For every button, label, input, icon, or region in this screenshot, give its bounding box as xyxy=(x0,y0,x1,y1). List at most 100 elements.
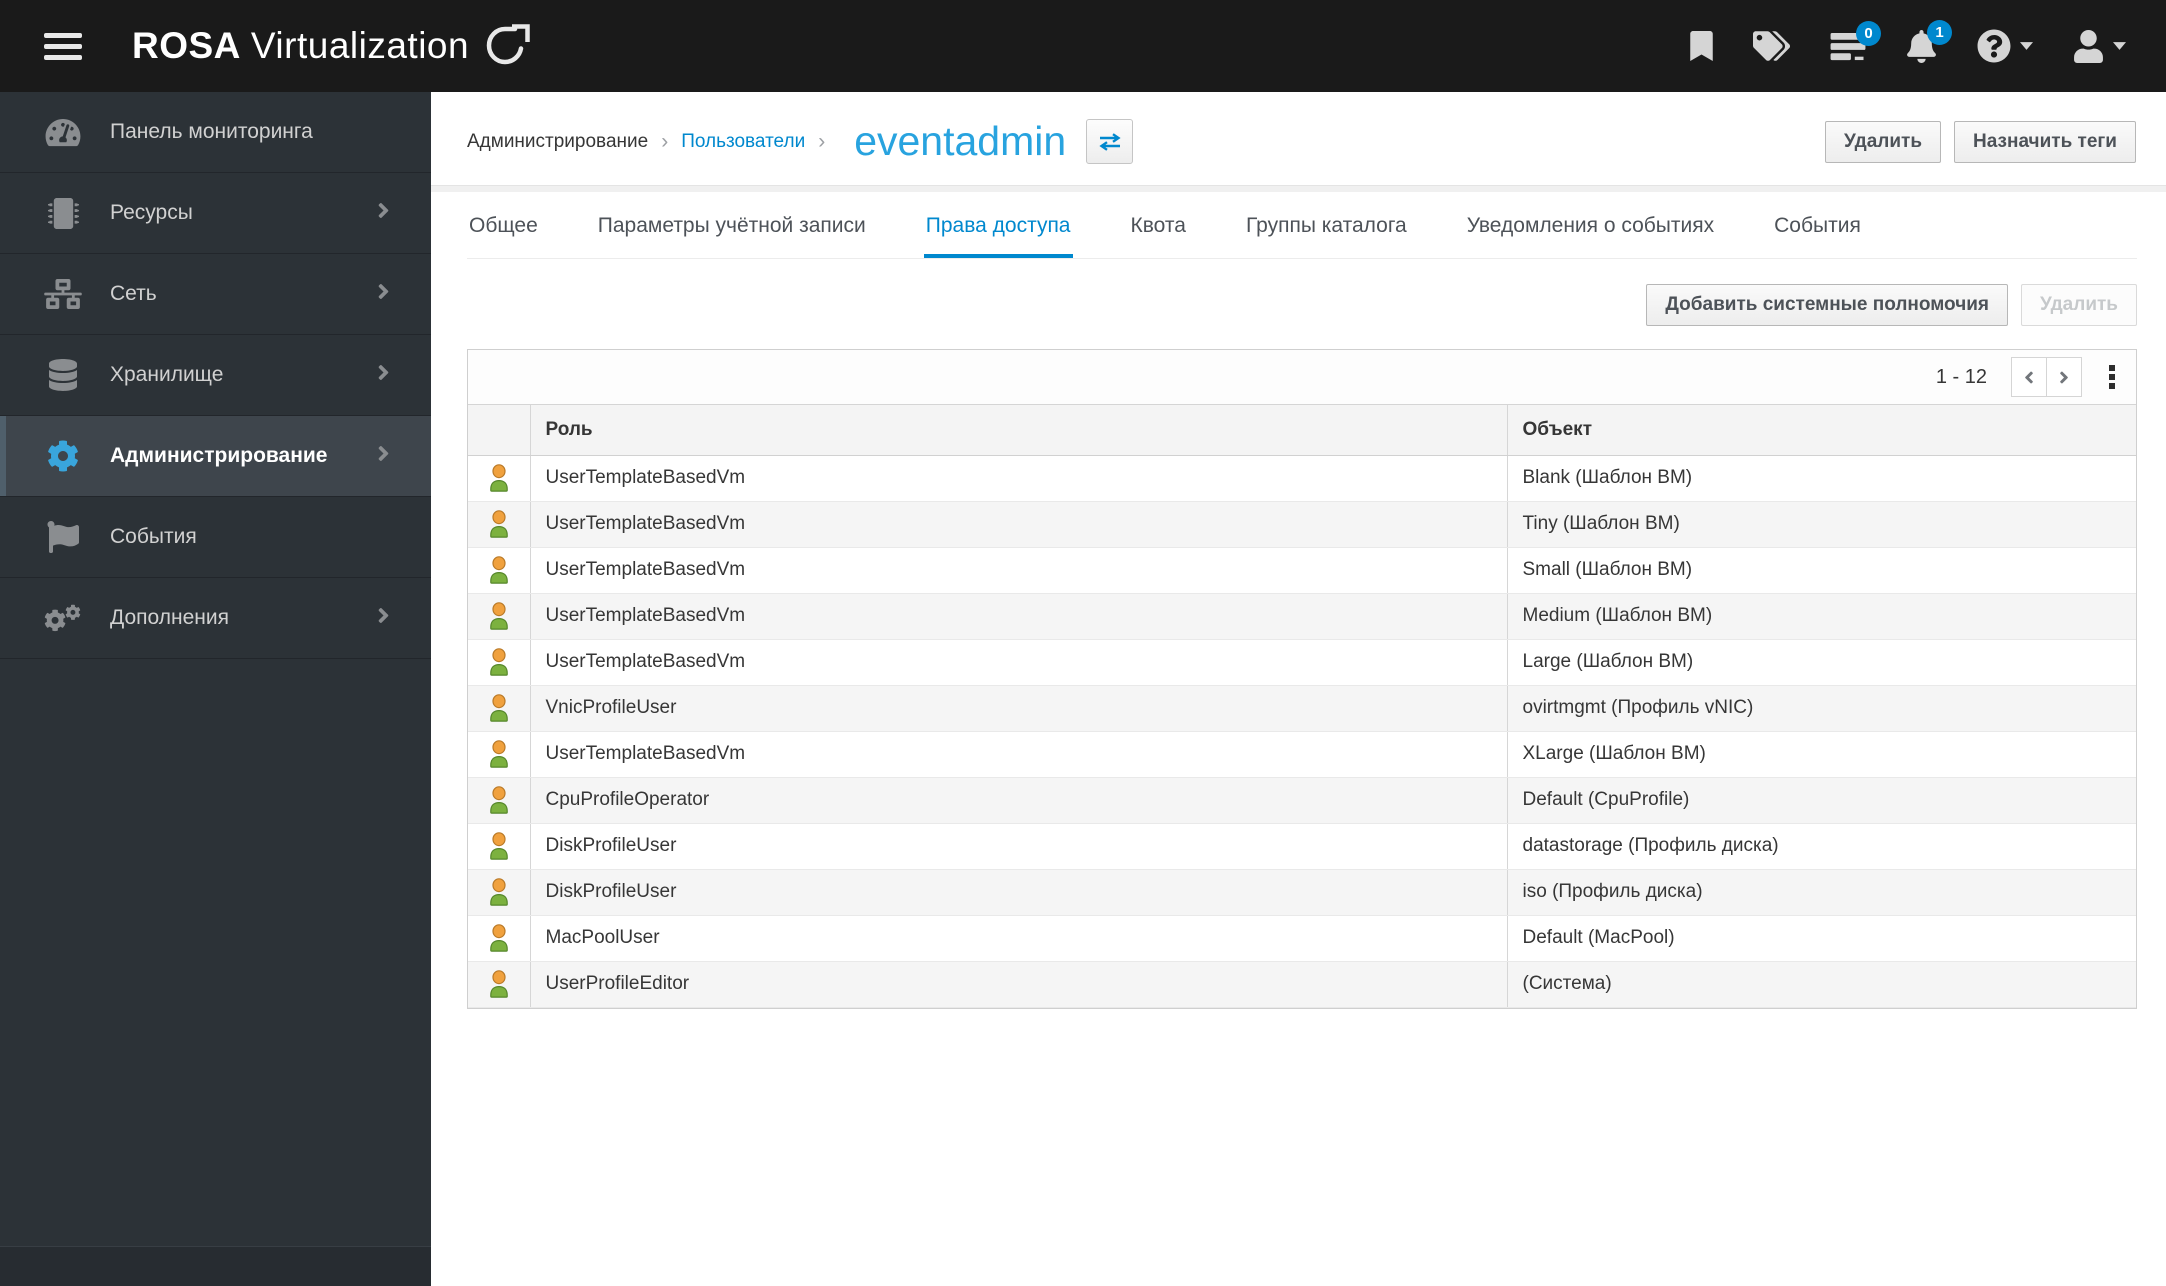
sidebar-item-dashboard[interactable]: Панель мониторинга xyxy=(0,92,431,173)
object-cell: Large (Шаблон ВМ) xyxy=(1506,639,2136,686)
events-flag-icon xyxy=(40,521,86,553)
role-cell: DiskProfileUser xyxy=(529,869,1507,916)
table-row[interactable]: DiskProfileUser iso (Профиль диска) xyxy=(468,869,2136,916)
sidebar-item-resources[interactable]: Ресурсы xyxy=(0,173,431,254)
caret-down-icon xyxy=(2020,37,2033,55)
user-role-icon xyxy=(468,961,530,1008)
user-role-icon xyxy=(468,639,530,686)
role-cell: UserTemplateBasedVm xyxy=(529,731,1507,778)
pagination-range: 1 - 12 xyxy=(1935,365,1987,388)
page-header: Администрирование › Пользователи › event… xyxy=(431,92,2166,185)
caret-down-icon xyxy=(2113,37,2126,55)
role-cell: UserProfileEditor xyxy=(529,961,1507,1008)
sidebar-item-administration[interactable]: Администрирование xyxy=(0,416,431,497)
role-cell: UserTemplateBasedVm xyxy=(529,547,1507,594)
object-cell: ovirtmgmt (Профиль vNIC) xyxy=(1506,685,2136,732)
role-cell: UserTemplateBasedVm xyxy=(529,593,1507,640)
tab-events[interactable]: События xyxy=(1772,214,1863,258)
user-role-icon xyxy=(468,501,530,548)
object-cell: XLarge (Шаблон ВМ) xyxy=(1506,731,2136,778)
role-cell: UserTemplateBasedVm xyxy=(529,455,1507,502)
table-row[interactable]: MacPoolUser Default (MacPool) xyxy=(468,915,2136,962)
rosa-logo-icon xyxy=(485,23,531,69)
role-cell: MacPoolUser xyxy=(529,915,1507,962)
delete-user-button[interactable]: Удалить xyxy=(1825,120,1942,163)
sidebar-item-addons[interactable]: Дополнения xyxy=(0,578,431,659)
table-row[interactable]: UserTemplateBasedVm Medium (Шаблон ВМ) xyxy=(468,593,2136,640)
breadcrumb-root: Администрирование xyxy=(467,130,649,152)
chevron-right-icon xyxy=(376,280,391,309)
chevron-right-icon xyxy=(376,442,391,471)
tags-icon[interactable] xyxy=(1753,31,1790,61)
icon-column-header xyxy=(468,405,530,456)
switch-view-button[interactable] xyxy=(1086,119,1134,164)
user-role-icon xyxy=(468,731,530,778)
table-row[interactable]: UserTemplateBasedVm Tiny (Шаблон ВМ) xyxy=(468,501,2136,548)
user-role-icon xyxy=(468,547,530,594)
tab-account-settings[interactable]: Параметры учётной записи xyxy=(596,214,868,258)
sidebar-footer xyxy=(0,1246,431,1286)
dashboard-icon xyxy=(40,117,86,148)
table-row[interactable]: UserTemplateBasedVm Small (Шаблон ВМ) xyxy=(468,547,2136,594)
addons-gears-icon xyxy=(40,602,86,634)
user-role-icon xyxy=(468,823,530,870)
remove-permission-button[interactable]: Удалить xyxy=(2021,284,2137,326)
table-row[interactable]: UserTemplateBasedVm Large (Шаблон ВМ) xyxy=(468,639,2136,686)
role-cell: VnicProfileUser xyxy=(529,685,1507,732)
menu-hamburger-icon[interactable] xyxy=(44,32,82,60)
table-header-row: Роль Объект xyxy=(468,405,2136,456)
storage-database-icon xyxy=(40,359,86,391)
sidebar-item-storage[interactable]: Хранилище xyxy=(0,335,431,416)
administration-gear-icon xyxy=(40,440,86,472)
prev-page-button[interactable] xyxy=(2011,357,2047,397)
chevron-right-icon xyxy=(376,361,391,390)
next-page-button[interactable] xyxy=(2046,357,2082,397)
object-cell: Tiny (Шаблон ВМ) xyxy=(1506,501,2136,548)
object-cell: (Система) xyxy=(1506,961,2136,1008)
user-role-icon xyxy=(468,777,530,824)
role-column-header[interactable]: Роль xyxy=(529,405,1507,456)
pager xyxy=(2011,357,2082,397)
permissions-table-body: UserTemplateBasedVm Blank (Шаблон ВМ) User… xyxy=(468,455,2136,1008)
tab-directory-groups[interactable]: Группы каталога xyxy=(1244,214,1409,258)
breadcrumb-link-users[interactable]: Пользователи xyxy=(681,131,805,153)
tab-general[interactable]: Общее xyxy=(467,214,540,258)
object-cell: iso (Профиль диска) xyxy=(1506,869,2136,916)
user-role-icon xyxy=(468,685,530,732)
role-cell: UserTemplateBasedVm xyxy=(529,501,1507,548)
table-row[interactable]: UserTemplateBasedVm Blank (Шаблон ВМ) xyxy=(468,455,2136,502)
object-cell: Default (CpuProfile) xyxy=(1506,777,2136,824)
main-content: Администрирование › Пользователи › event… xyxy=(431,0,2166,1009)
notifications-bell-icon[interactable]: 1 xyxy=(1906,19,1952,63)
object-column-header[interactable]: Объект xyxy=(1506,405,2136,456)
object-cell: Blank (Шаблон ВМ) xyxy=(1506,455,2136,502)
tab-quota[interactable]: Квота xyxy=(1129,214,1188,258)
brand-rest: Virtualization xyxy=(250,25,470,66)
help-menu[interactable] xyxy=(1977,29,2033,63)
object-cell: Default (MacPool) xyxy=(1506,915,2136,962)
sidebar-item-network[interactable]: Сеть xyxy=(0,254,431,335)
table-row[interactable]: VnicProfileUser ovirtmgmt (Профиль vNIC) xyxy=(468,685,2136,732)
add-system-permission-button[interactable]: Добавить системные полномочия xyxy=(1646,284,2008,326)
user-menu[interactable] xyxy=(2073,29,2126,63)
sidebar-item-events[interactable]: События xyxy=(0,497,431,578)
bookmarks-icon[interactable] xyxy=(1690,31,1713,61)
table-row[interactable]: UserProfileEditor (Система) xyxy=(468,961,2136,1008)
kebab-menu[interactable] xyxy=(2104,360,2120,394)
tab-event-notifications[interactable]: Уведомления о событиях xyxy=(1465,214,1716,258)
permissions-toolbar: Добавить системные полномочия Удалить xyxy=(467,284,2137,326)
table-row[interactable]: CpuProfileOperator Default (CpuProfile) xyxy=(468,777,2136,824)
user-role-icon xyxy=(468,915,530,962)
chevron-right-icon xyxy=(376,199,391,228)
chevron-right-icon xyxy=(376,604,391,633)
table-row[interactable]: DiskProfileUser datastorage (Профиль диск… xyxy=(468,823,2136,870)
assign-tags-button[interactable]: Назначить теги xyxy=(1954,120,2136,163)
object-cell: Medium (Шаблон ВМ) xyxy=(1506,593,2136,640)
user-role-icon xyxy=(468,455,530,502)
network-icon xyxy=(40,279,86,309)
tab-permissions[interactable]: Права доступа xyxy=(923,214,1073,258)
user-role-icon xyxy=(468,869,530,916)
page-title: eventadmin xyxy=(854,118,1067,164)
table-row[interactable]: UserTemplateBasedVm XLarge (Шаблон ВМ) xyxy=(468,731,2136,778)
tasks-icon[interactable]: 0 xyxy=(1830,20,1881,62)
